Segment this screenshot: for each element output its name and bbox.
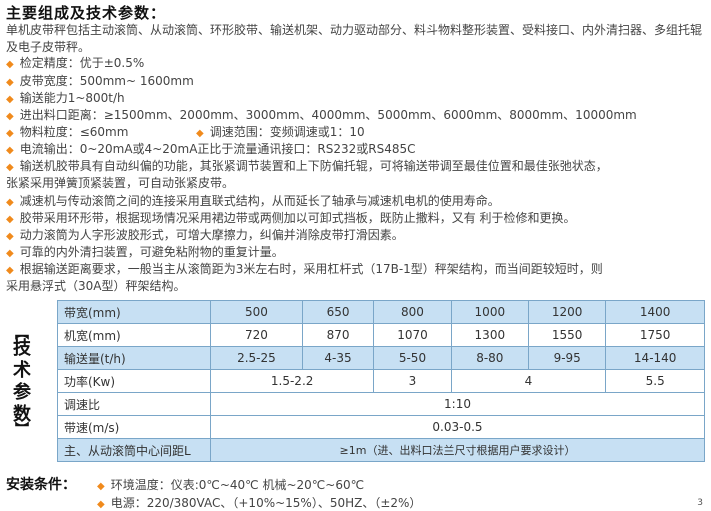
install-temperature: ◆ 环境温度：仪表:0℃~40℃ 机械~20℃~60℃ [97, 478, 365, 492]
diamond-icon: ◆ [6, 197, 14, 208]
diamond-icon: ◆ [97, 499, 105, 510]
diamond-icon: ◆ [6, 94, 14, 105]
diamond-icon: ◆ [6, 77, 14, 88]
diamond-icon: ◆ [6, 265, 14, 276]
install-power: ◆ 电源：220/380VAC、（+10%~15%）、50HZ、（±2%） [97, 496, 422, 510]
diamond-icon: ◆ [6, 111, 14, 122]
bullet-belt-width: ◆ 皮带宽度：500mm~ 1600mm [6, 74, 194, 88]
table-row: 带宽(mm) 500 650 800 1000 1200 1400 [57, 300, 705, 324]
bullet-port-distance: ◆ 进出料口距离：≥1500mm、2000mm、3000mm、4000mm、500… [6, 108, 637, 122]
table-row: 调速比 1:10 [57, 392, 705, 416]
bullet-accuracy: ◆ 检定精度：优于±0.5% [6, 56, 145, 70]
bullet-current-output: ◆ 电流输出：0~20mA或4~20mA正比于流量通讯接口：RS232或RS485… [6, 142, 416, 156]
table-row: 机宽(mm) 720 870 1070 1300 1550 1750 [57, 323, 705, 347]
diamond-icon: ◆ [6, 145, 14, 156]
page-number: 3 [697, 498, 703, 508]
install-conditions-title: 安装条件： [6, 477, 76, 493]
diamond-icon: ◆ [6, 248, 14, 259]
bullet-ring-belt: ◆ 胶带采用环形带，根据现场情况采用裙边带或两侧加以可卸式挡板，既防止撒料，又有 … [6, 211, 576, 225]
table-row: 功率(Kw) 1.5-2.2 3 4 5.5 [57, 369, 705, 393]
diamond-icon: ◆ [6, 128, 14, 139]
tech-params-table: 带宽(mm) 500 650 800 1000 1200 1400 机宽(mm)… [57, 300, 705, 462]
bullet-direct-connection: ◆ 减速机与传动滚筒之间的连接采用直联式结构，从而延长了轴承与减速机电机的使用寿命… [6, 194, 500, 208]
bullet-auto-correction-cont: 张紧采用弹簧顶紧装置，可自动张紧皮带。 [6, 176, 235, 190]
diamond-icon: ◆ [6, 231, 14, 242]
bullet-scale-frame-cont: 采用悬浮式（30A型）秤架结构。 [6, 279, 186, 293]
diamond-icon: ◆ [97, 481, 105, 492]
diamond-icon: ◆ [6, 214, 14, 225]
tech-params-side-label: ︻ 技 术 参 数 ︼ [13, 326, 31, 438]
diamond-icon: ◆ [196, 128, 204, 139]
bullet-capacity: ◆ 输送能力1~800t/h [6, 91, 125, 105]
section-title: 主要组成及技术参数： [6, 4, 167, 22]
table-row: 带速(m/s) 0.03-0.5 [57, 415, 705, 439]
table-row: 输送量(t/h) 2.5-25 4-35 5-50 8-80 9-95 14-1… [57, 346, 705, 370]
bullet-scale-frame: ◆ 根据输送距离要求，一般当主从滚筒距为3米左右时，采用杠杆式（17B-1型）秤架… [6, 262, 603, 276]
diamond-icon: ◆ [6, 162, 14, 173]
table-row: 主、从动滚筒中心间距L ≥1m（进、出料口法兰尺寸根据用户要求设计） [57, 438, 705, 462]
bullet-power-roller: ◆ 动力滚筒为人字形波胶形式，可增大摩擦力，纠偏并消除皮带打滑因素。 [6, 228, 404, 242]
bullet-speed-range: ◆ 调速范围：变频调速或1：10 [196, 125, 365, 139]
bullet-granularity: ◆ 物料粒度：≤60mm [6, 125, 129, 139]
bullet-auto-correction: ◆ 输送机胶带具有自动纠偏的功能，其张紧调节装置和上下防偏托辊，可将输送带调至最佳… [6, 159, 608, 173]
bullet-cleaner: ◆ 可靠的内外清扫装置，可避免粘附物的重复计量。 [6, 245, 284, 259]
diamond-icon: ◆ [6, 59, 14, 70]
intro-paragraph: 单机皮带秤包括主动滚筒、从动滚筒、环形胶带、输送机架、动力驱动部分、料斗物料整形… [6, 23, 703, 54]
